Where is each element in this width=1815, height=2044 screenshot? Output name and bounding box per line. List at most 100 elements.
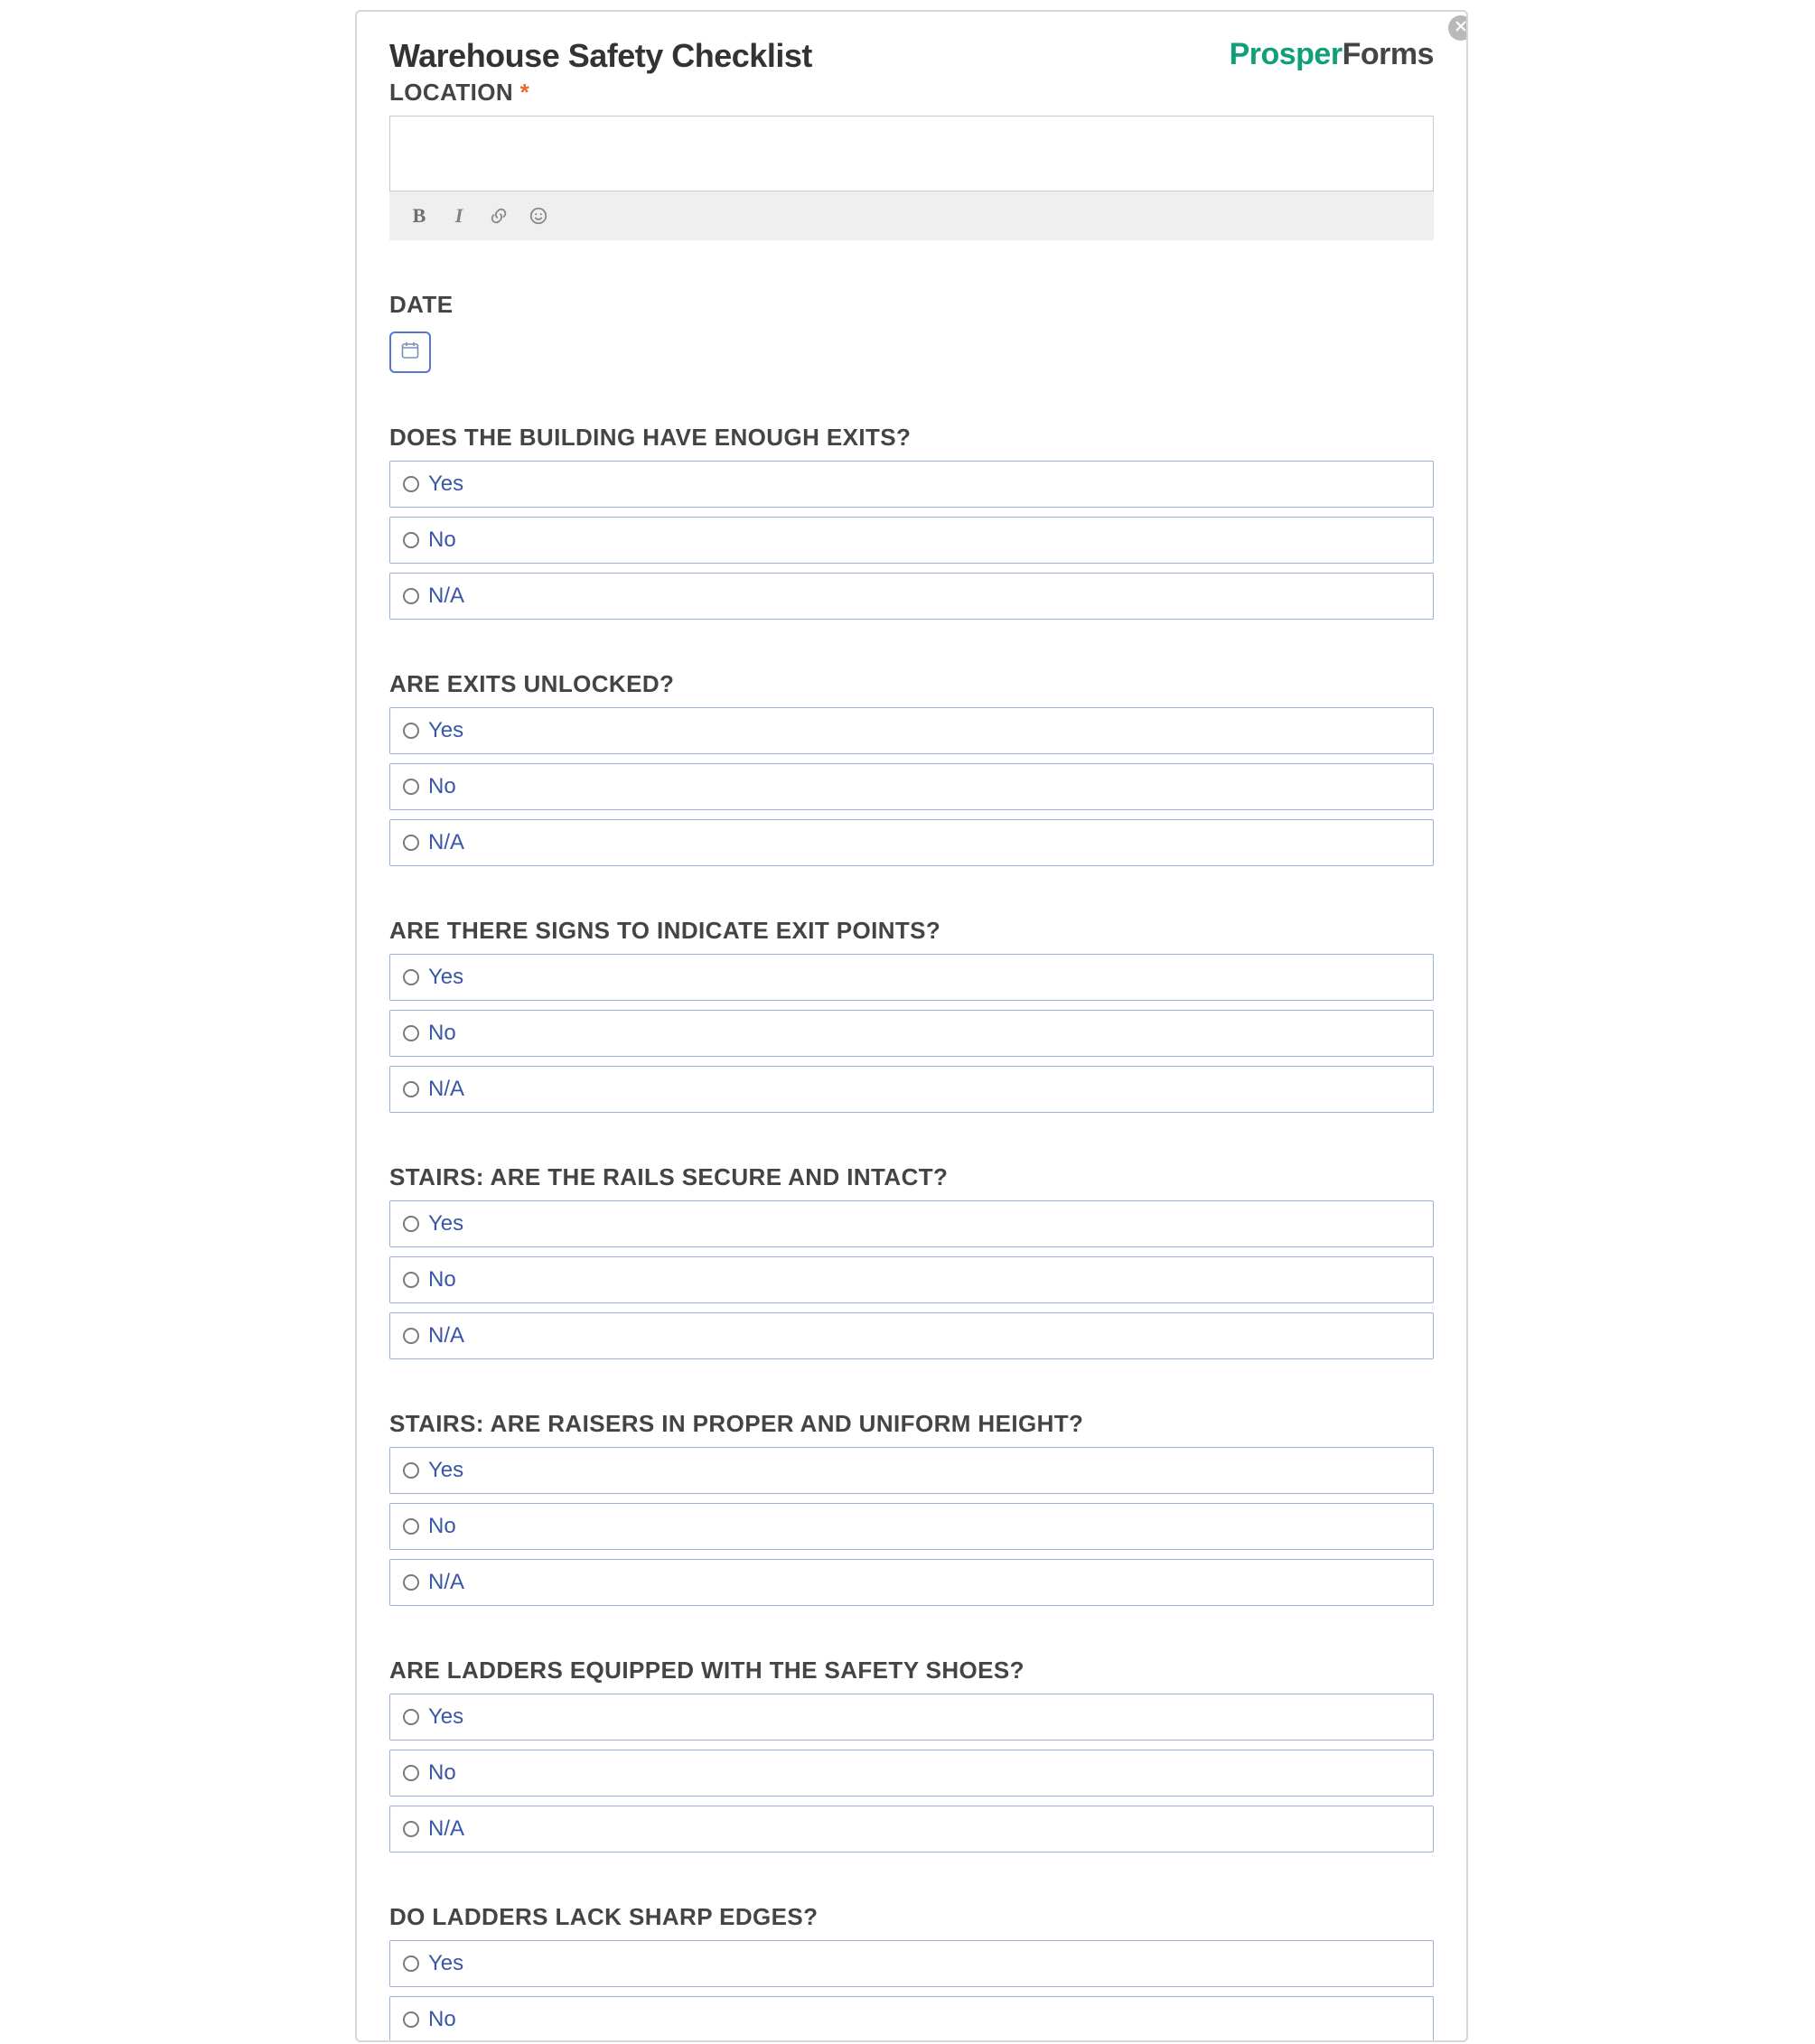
option-label: N/A	[428, 830, 464, 855]
date-label: DATE	[389, 291, 1434, 319]
option-label: No	[428, 527, 456, 553]
question-section: STAIRS: ARE RAISERS IN PROPER AND UNIFOR…	[389, 1410, 1434, 1606]
brand-name-b: Forms	[1343, 37, 1434, 71]
option-na[interactable]: N/A	[389, 1559, 1434, 1606]
header-row: Warehouse Safety Checklist ProsperForms	[389, 37, 1434, 75]
radio-icon	[403, 1574, 419, 1591]
option-no[interactable]: No	[389, 763, 1434, 810]
close-button[interactable]	[1448, 15, 1468, 41]
radio-icon	[403, 723, 419, 739]
options-group: YesNoN/A	[389, 1940, 1434, 2042]
option-yes[interactable]: Yes	[389, 1694, 1434, 1741]
question-section: ARE EXITS UNLOCKED?YesNoN/A	[389, 670, 1434, 866]
options-group: Yes No N/A	[389, 1200, 1434, 1359]
option-no[interactable]: No	[389, 1503, 1434, 1550]
options-group: Yes No N/A	[389, 461, 1434, 620]
option-na[interactable]: N/A	[389, 1312, 1434, 1359]
option-label: No	[428, 1514, 456, 1539]
radio-icon	[403, 476, 419, 492]
question-label: ARE THERE SIGNS TO INDICATE EXIT POINTS?	[389, 917, 1434, 945]
radio-icon	[403, 532, 419, 548]
radio-icon	[403, 1821, 419, 1837]
option-na[interactable]: N/A	[389, 819, 1434, 866]
option-yes[interactable]: Yes	[389, 707, 1434, 754]
option-label: Yes	[428, 471, 463, 497]
radio-icon	[403, 1025, 419, 1041]
question-section: DOES THE BUILDING HAVE ENOUGH EXITS? Yes N…	[389, 424, 1434, 620]
option-label: No	[428, 2007, 456, 2032]
radio-icon	[403, 1955, 419, 1972]
option-label: Yes	[428, 718, 463, 743]
question-label: DO LADDERS LACK SHARP EDGES?	[389, 1903, 1434, 1931]
questions-list: DOES THE BUILDING HAVE ENOUGH EXITS? Yes N…	[389, 424, 1434, 2042]
option-no[interactable]: No	[389, 1996, 1434, 2042]
option-na[interactable]: N/A	[389, 1066, 1434, 1113]
option-label: No	[428, 1760, 456, 1786]
location-field: B I	[389, 116, 1434, 240]
required-indicator: *	[520, 79, 530, 106]
brand-logo: ProsperForms	[1230, 37, 1434, 70]
radio-icon	[403, 1765, 419, 1781]
option-label: Yes	[428, 965, 463, 990]
richtext-toolbar: B I	[389, 191, 1434, 240]
radio-icon	[403, 2011, 419, 2028]
option-no[interactable]: No	[389, 1750, 1434, 1797]
options-group: Yes No N/A	[389, 1447, 1434, 1606]
date-section: DATE	[389, 291, 1434, 373]
option-label: N/A	[428, 1323, 464, 1349]
radio-icon	[403, 588, 419, 604]
option-label: N/A	[428, 1077, 464, 1102]
radio-icon	[403, 1081, 419, 1097]
question-label: ARE LADDERS EQUIPPED WITH THE SAFETY SHO…	[389, 1657, 1434, 1685]
calendar-icon	[399, 340, 421, 366]
radio-icon	[403, 779, 419, 795]
option-label: No	[428, 774, 456, 799]
page-root: Warehouse Safety Checklist ProsperForms …	[0, 0, 1815, 2044]
date-picker-button[interactable]	[389, 331, 431, 373]
emoji-icon[interactable]	[529, 206, 548, 226]
option-label: Yes	[428, 1704, 463, 1730]
link-icon[interactable]	[489, 206, 509, 226]
option-label: No	[428, 1021, 456, 1046]
radio-icon	[403, 835, 419, 851]
question-label: STAIRS: ARE THE RAILS SECURE AND INTACT?	[389, 1163, 1434, 1191]
close-icon	[1455, 20, 1467, 37]
question-section: ARE THERE SIGNS TO INDICATE EXIT POINTS?…	[389, 917, 1434, 1113]
question-section: DO LADDERS LACK SHARP EDGES?YesNoN/A	[389, 1903, 1434, 2042]
option-na[interactable]: N/A	[389, 573, 1434, 620]
form-body: Warehouse Safety Checklist ProsperForms …	[357, 12, 1466, 2042]
option-yes[interactable]: Yes	[389, 954, 1434, 1001]
option-yes[interactable]: Yes	[389, 1200, 1434, 1247]
location-input[interactable]	[389, 116, 1434, 191]
option-label: N/A	[428, 583, 464, 609]
question-label: STAIRS: ARE RAISERS IN PROPER AND UNIFOR…	[389, 1410, 1434, 1438]
form-card: Warehouse Safety Checklist ProsperForms …	[355, 10, 1468, 2042]
option-yes[interactable]: Yes	[389, 1940, 1434, 1987]
form-title: Warehouse Safety Checklist	[389, 37, 812, 75]
option-label: Yes	[428, 1951, 463, 1976]
italic-icon[interactable]: I	[449, 206, 469, 226]
location-label: LOCATION	[389, 79, 513, 106]
location-label-row: LOCATION *	[389, 79, 1434, 107]
options-group: Yes No N/A	[389, 954, 1434, 1113]
option-label: N/A	[428, 1816, 464, 1842]
option-label: N/A	[428, 1570, 464, 1595]
radio-icon	[403, 1328, 419, 1344]
option-label: No	[428, 1267, 456, 1293]
option-label: Yes	[428, 1458, 463, 1483]
bold-icon[interactable]: B	[409, 206, 429, 226]
option-label: Yes	[428, 1211, 463, 1237]
radio-icon	[403, 1518, 419, 1535]
question-section: ARE LADDERS EQUIPPED WITH THE SAFETY SHO…	[389, 1657, 1434, 1853]
option-no[interactable]: No	[389, 1256, 1434, 1303]
option-na[interactable]: N/A	[389, 1806, 1434, 1853]
option-no[interactable]: No	[389, 1010, 1434, 1057]
option-yes[interactable]: Yes	[389, 1447, 1434, 1494]
question-section: STAIRS: ARE THE RAILS SECURE AND INTACT?…	[389, 1163, 1434, 1359]
radio-icon	[403, 1272, 419, 1288]
option-yes[interactable]: Yes	[389, 461, 1434, 508]
question-label: DOES THE BUILDING HAVE ENOUGH EXITS?	[389, 424, 1434, 452]
radio-icon	[403, 969, 419, 985]
radio-icon	[403, 1462, 419, 1479]
option-no[interactable]: No	[389, 517, 1434, 564]
